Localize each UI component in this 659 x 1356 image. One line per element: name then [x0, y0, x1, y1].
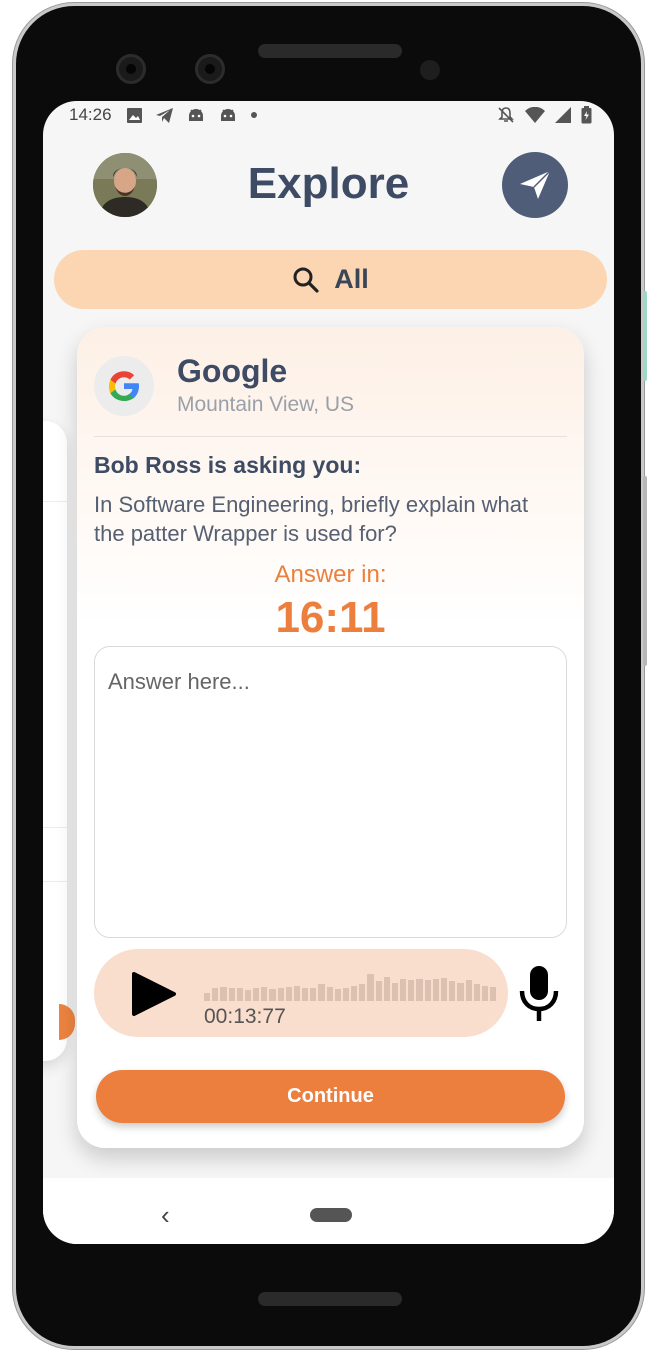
notifications-off-icon — [498, 107, 514, 123]
waveform-bar — [351, 985, 358, 1001]
waveform-bar — [432, 979, 439, 1001]
waveform-bar — [465, 980, 472, 1001]
waveform-bar — [449, 980, 456, 1001]
microphone-icon[interactable] — [517, 965, 561, 1023]
power-button — [643, 291, 647, 381]
back-icon[interactable]: ‹ — [161, 1200, 170, 1231]
waveform-bar — [326, 987, 333, 1001]
category-filter-button[interactable]: All — [54, 250, 607, 309]
audio-duration: 00:13:77 — [204, 1005, 286, 1028]
filter-label: All — [334, 264, 369, 294]
waveform-bar — [481, 985, 489, 1001]
battery-icon — [581, 106, 592, 124]
waveform-bar — [391, 982, 399, 1001]
waveform-bar — [310, 988, 317, 1001]
waveform-bar — [285, 987, 292, 1001]
waveform-bar — [244, 989, 252, 1001]
waveform-bar — [342, 988, 350, 1001]
more-notifications-dot-icon — [250, 112, 257, 118]
wifi-icon — [525, 107, 545, 123]
waveform-bar — [457, 982, 464, 1001]
waveform-bar — [473, 984, 480, 1001]
system-navigation-bar: ‹ — [43, 1178, 614, 1244]
telegram-notification-icon — [155, 107, 173, 123]
company-logo — [94, 356, 154, 416]
volume-button — [643, 476, 647, 666]
android-notification-icon — [220, 108, 235, 121]
previous-question-card[interactable] — [43, 421, 75, 1061]
question-text: In Software Engineering, briefly explain… — [94, 492, 529, 546]
continue-button[interactable]: Continue — [96, 1070, 565, 1123]
waveform-bar — [408, 980, 415, 1001]
previous-card-button[interactable] — [59, 1004, 75, 1040]
waveform-bar — [236, 987, 243, 1001]
android-notification-icon — [188, 108, 203, 121]
image-notification-icon — [126, 107, 142, 123]
app-header: Explore — [43, 147, 614, 219]
company-location: Mountain View, US — [177, 393, 355, 416]
card-divider — [43, 881, 67, 882]
waveform-bar — [277, 988, 284, 1001]
audio-waveform[interactable] — [204, 973, 497, 1001]
question-card: Google Mountain View, US Bob Ross is ask… — [77, 327, 584, 1148]
home-pill-icon[interactable] — [310, 1208, 352, 1222]
paper-plane-icon — [520, 170, 551, 199]
bottom-speaker — [258, 1292, 402, 1306]
waveform-bar — [424, 980, 431, 1001]
front-camera-icon — [195, 54, 225, 84]
waveform-bar — [269, 989, 276, 1001]
countdown-timer: 16:11 — [275, 593, 386, 642]
play-icon[interactable] — [130, 971, 178, 1017]
asker-heading: Bob Ross is asking you: — [94, 452, 362, 478]
waveform-bar — [228, 988, 235, 1001]
waveform-bar — [367, 974, 374, 1001]
waveform-bar — [220, 987, 227, 1001]
send-button[interactable] — [502, 152, 568, 218]
app-screen: 14:26 Explore All Google Mountain View, … — [43, 101, 614, 1244]
status-time: 14:26 — [69, 105, 112, 124]
answer-in-label: Answer in: — [274, 561, 387, 588]
audio-player: 00:13:77 — [94, 949, 508, 1037]
answer-input[interactable] — [94, 646, 567, 938]
proximity-sensor — [420, 60, 440, 80]
waveform-bar — [375, 981, 382, 1001]
company-name: Google — [177, 353, 288, 389]
waveform-bar — [302, 987, 309, 1001]
waveform-bar — [253, 988, 260, 1001]
waveform-bar — [261, 987, 268, 1001]
waveform-bar — [400, 978, 407, 1001]
waveform-bar — [490, 987, 497, 1001]
waveform-bar — [383, 977, 390, 1001]
search-icon — [293, 267, 319, 293]
google-logo-icon — [109, 371, 139, 401]
phone-frame: 14:26 Explore All Google Mountain View, … — [16, 6, 647, 1346]
waveform-bar — [318, 984, 325, 1001]
front-camera-icon — [116, 54, 146, 84]
waveform-bar — [416, 978, 423, 1001]
waveform-bar — [440, 978, 448, 1001]
waveform-bar — [359, 984, 366, 1001]
signal-icon — [555, 107, 571, 123]
waveform-bar — [212, 988, 219, 1001]
card-divider — [43, 827, 67, 828]
waveform-bar — [334, 989, 341, 1001]
card-divider — [43, 501, 67, 502]
status-bar: 14:26 — [43, 101, 614, 129]
card-divider — [94, 436, 567, 437]
waveform-bar — [293, 985, 301, 1001]
top-speaker — [258, 44, 402, 58]
waveform-bar — [204, 992, 211, 1001]
